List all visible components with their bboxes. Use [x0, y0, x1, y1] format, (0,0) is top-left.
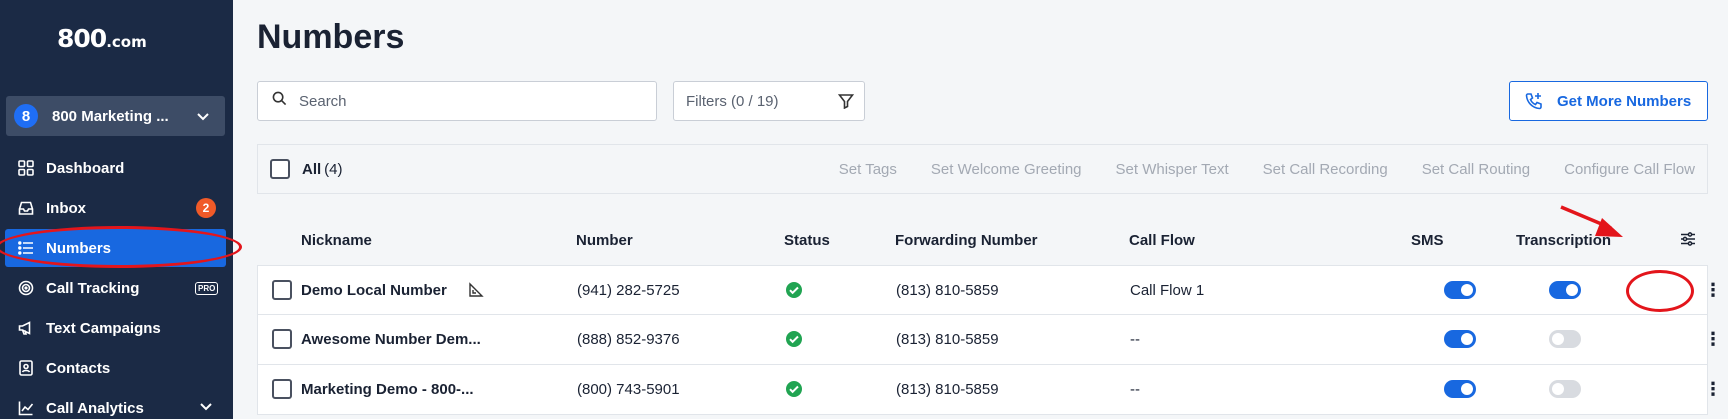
- transcription-toggle[interactable]: [1549, 330, 1581, 348]
- status-check-icon: [785, 266, 803, 314]
- set-whisper-text-action[interactable]: Set Whisper Text: [1116, 161, 1229, 178]
- target-icon: [17, 279, 35, 297]
- column-header-forwarding-number[interactable]: Forwarding Number: [895, 232, 1038, 249]
- sidebar-item-label: Dashboard: [46, 159, 125, 177]
- transcription-toggle[interactable]: [1549, 281, 1581, 299]
- bulk-action-list: Set Tags Set Welcome Greeting Set Whispe…: [805, 145, 1695, 193]
- row-checkbox[interactable]: [272, 379, 292, 399]
- row-nickname[interactable]: Marketing Demo - 800-...: [301, 365, 474, 413]
- set-tags-action[interactable]: Set Tags: [839, 161, 897, 178]
- set-call-recording-action[interactable]: Set Call Recording: [1263, 161, 1388, 178]
- select-all-label: All (4): [302, 160, 343, 178]
- sidebar-item-numbers[interactable]: Numbers: [5, 229, 226, 267]
- configure-call-flow-action[interactable]: Configure Call Flow: [1564, 161, 1695, 178]
- sidebar-item-label: Call Analytics: [46, 399, 144, 417]
- main-content: Numbers Filters (0 / 19) Get More Number…: [233, 0, 1728, 419]
- column-settings-icon[interactable]: [1680, 231, 1696, 251]
- chevron-down-icon: [195, 108, 211, 129]
- account-switcher[interactable]: 8 800 Marketing ...: [6, 96, 225, 136]
- inbox-icon: [17, 199, 35, 217]
- filter-funnel-icon: [837, 93, 855, 113]
- row-number: (941) 282-5725: [577, 281, 680, 299]
- row-checkbox[interactable]: [272, 280, 292, 300]
- account-avatar: 8: [14, 104, 38, 128]
- get-more-numbers-label: Get More Numbers: [1557, 92, 1692, 110]
- chevron-down-icon: [198, 398, 214, 418]
- ruler-edit-icon[interactable]: [468, 266, 484, 314]
- transcription-toggle[interactable]: [1549, 380, 1581, 398]
- more-actions-icon[interactable]: ⋮: [1704, 365, 1722, 413]
- bulk-actions-bar: All (4) Set Tags Set Welcome Greeting Set…: [257, 144, 1708, 194]
- megaphone-icon: [17, 319, 35, 337]
- row-checkbox[interactable]: [272, 329, 292, 349]
- column-header-nickname[interactable]: Nickname: [301, 232, 372, 249]
- sidebar-item-text-campaigns[interactable]: Text Campaigns: [0, 309, 233, 347]
- filters-dropdown[interactable]: Filters (0 / 19): [673, 81, 865, 121]
- account-name: 800 Marketing ...: [52, 107, 169, 125]
- row-nickname[interactable]: Demo Local Number: [301, 266, 447, 314]
- row-forwarding-number: (813) 810-5859: [896, 380, 999, 398]
- row-forwarding-number: (813) 810-5859: [896, 330, 999, 348]
- sidebar-item-label: Text Campaigns: [46, 319, 161, 337]
- sidebar-item-call-analytics[interactable]: Call Analytics: [0, 389, 233, 419]
- sidebar-item-inbox[interactable]: Inbox 2: [0, 189, 233, 227]
- row-call-flow: --: [1130, 330, 1140, 348]
- pro-badge: PRO: [195, 281, 219, 295]
- status-check-icon: [785, 365, 803, 413]
- search-box[interactable]: [257, 81, 657, 121]
- contact-card-icon: [17, 359, 35, 377]
- sidebar-item-label: Inbox: [46, 199, 86, 217]
- row-nickname[interactable]: Awesome Number Dem...: [301, 315, 481, 363]
- table-row[interactable]: Demo Local Number (941) 282-5725 (813) 810…: [257, 265, 1722, 315]
- sidebar-item-call-tracking[interactable]: Call Tracking PRO: [0, 269, 233, 307]
- column-header-call-flow[interactable]: Call Flow: [1129, 232, 1195, 249]
- row-number: (800) 743-5901: [577, 380, 680, 398]
- search-input[interactable]: [299, 92, 639, 110]
- column-header-sms[interactable]: SMS: [1411, 232, 1444, 249]
- sms-toggle[interactable]: [1444, 330, 1476, 348]
- sidebar-item-contacts[interactable]: Contacts: [0, 349, 233, 387]
- sidebar-item-label: Numbers: [46, 239, 112, 257]
- more-actions-icon[interactable]: ⋮: [1704, 315, 1722, 363]
- search-icon: [272, 91, 287, 111]
- column-header-number[interactable]: Number: [576, 232, 633, 249]
- row-call-flow: --: [1130, 380, 1140, 398]
- annotation-arrow-icon: [1560, 205, 1623, 237]
- filters-label: Filters (0 / 19): [686, 92, 779, 110]
- row-number: (888) 852-9376: [577, 330, 680, 348]
- grid-icon: [17, 159, 35, 177]
- more-actions-icon[interactable]: ⋮: [1704, 266, 1722, 314]
- row-call-flow: Call Flow 1: [1130, 281, 1205, 299]
- brand-logo[interactable]: 800.com: [57, 24, 147, 53]
- set-call-routing-action[interactable]: Set Call Routing: [1422, 161, 1530, 178]
- status-check-icon: [785, 315, 803, 363]
- set-welcome-greeting-action[interactable]: Set Welcome Greeting: [931, 161, 1082, 178]
- list-icon: [17, 239, 35, 257]
- table-row[interactable]: Awesome Number Dem... (888) 852-9376 (813)…: [257, 315, 1722, 365]
- sidebar-item-label: Contacts: [46, 359, 111, 377]
- sidebar: 800.com 8 800 Marketing ... Dashboard In…: [0, 0, 242, 419]
- sms-toggle[interactable]: [1444, 281, 1476, 299]
- get-more-numbers-button[interactable]: Get More Numbers: [1509, 81, 1708, 121]
- sms-toggle[interactable]: [1444, 380, 1476, 398]
- row-forwarding-number: (813) 810-5859: [896, 281, 999, 299]
- page-title: Numbers: [257, 18, 405, 56]
- select-all-checkbox[interactable]: [270, 159, 290, 179]
- inbox-count-badge: 2: [196, 198, 216, 218]
- sidebar-item-dashboard[interactable]: Dashboard: [0, 149, 233, 187]
- chart-line-icon: [17, 399, 35, 417]
- table-row[interactable]: Marketing Demo - 800-... (800) 743-5901 (8…: [257, 365, 1722, 415]
- sidebar-item-label: Call Tracking: [46, 279, 140, 297]
- phone-add-icon: [1525, 92, 1543, 110]
- column-header-status[interactable]: Status: [784, 232, 830, 249]
